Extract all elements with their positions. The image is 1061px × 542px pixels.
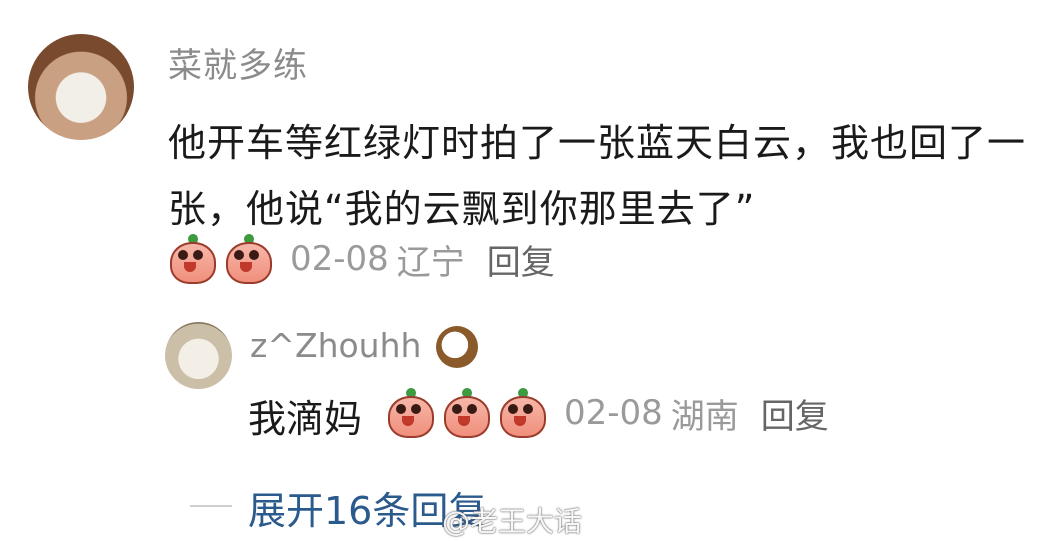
peach-emoji-icon	[386, 386, 436, 438]
watermark: @老王大话	[442, 505, 583, 538]
comment-username[interactable]: 菜就多练	[168, 38, 308, 87]
expand-divider	[190, 505, 232, 507]
user-avatar[interactable]	[28, 34, 134, 140]
reply-username[interactable]: z^Zhouhh	[250, 326, 421, 365]
comment-meta: 02-08 辽宁 回复	[168, 232, 555, 286]
reply-date: 02-08	[564, 393, 663, 433]
comment-text: 他开车等红绿灯时拍了一张蓝天白云，我也回了一张，他说“我的云飘到你那里去了”	[168, 121, 1027, 231]
comment-date: 02-08	[290, 239, 389, 279]
peach-emoji-icon	[442, 386, 492, 438]
reply-button[interactable]: 回复	[761, 389, 829, 438]
reply-button[interactable]: 回复	[487, 235, 555, 284]
reply-user-avatar[interactable]	[165, 322, 232, 389]
coconut-icon	[436, 326, 478, 368]
reply-text: 我滴妈	[248, 397, 363, 441]
comment-location: 辽宁	[396, 242, 465, 283]
peach-emoji-icon	[498, 386, 548, 438]
peach-emoji-icon	[168, 232, 218, 284]
reply-meta: 02-08 湖南 回复	[386, 386, 829, 440]
reply-location: 湖南	[670, 396, 739, 437]
peach-emoji-icon	[224, 232, 274, 284]
